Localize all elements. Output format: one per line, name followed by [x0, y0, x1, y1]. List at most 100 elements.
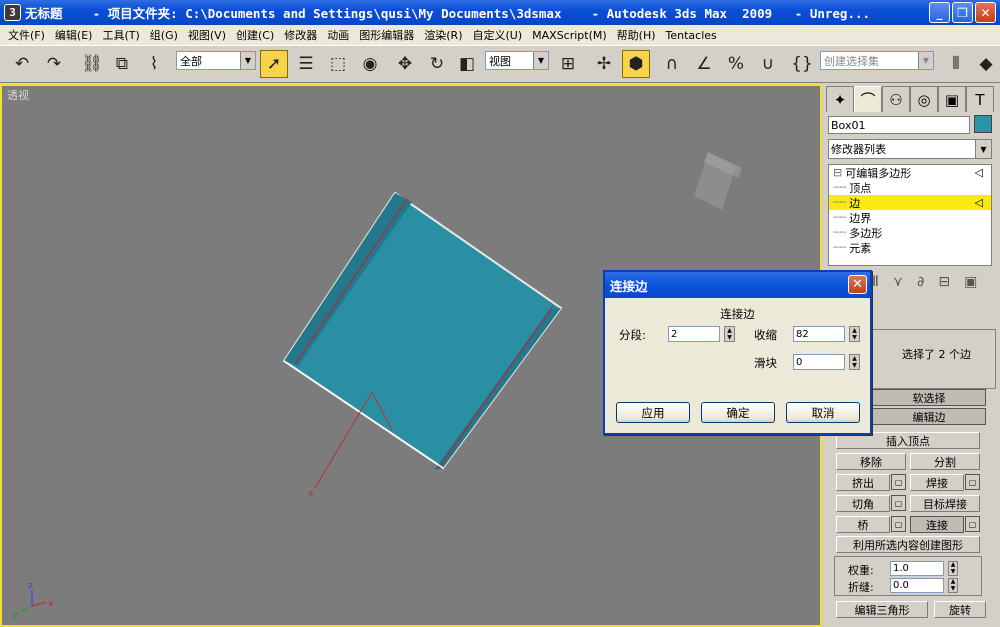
slide-spinner[interactable]: ▲ ▼ [849, 354, 860, 370]
align-icon[interactable]: ◆ [972, 50, 1000, 78]
dialog-title-bar[interactable]: 连接边 ✕ [605, 272, 870, 298]
pinch-spinner[interactable]: ▲ ▼ [849, 326, 860, 342]
edit-edges-rollout[interactable]: 编辑边 [872, 408, 986, 425]
segments-input[interactable]: 2 [668, 326, 720, 342]
segments-spinner[interactable]: ▲ ▼ [724, 326, 735, 342]
make-unique-icon[interactable]: ∂ [917, 274, 924, 290]
menu-modifiers[interactable]: 修改器 [279, 27, 322, 43]
menu-edit[interactable]: 编辑(E) [50, 27, 98, 43]
cancel-button[interactable]: 取消 [786, 402, 860, 423]
rectangular-selection-icon[interactable]: ⬚ [324, 50, 352, 78]
unlink-icon[interactable]: ⧉ [108, 50, 136, 78]
configure-modifier-sets-icon[interactable]: ▣ [964, 274, 977, 290]
bridge-settings-button[interactable]: ▢ [891, 516, 906, 532]
create-shape-from-selection-button[interactable]: 利用所选内容创建图形 [836, 536, 980, 553]
show-end-result-toggle-icon[interactable]: ⋎ [893, 274, 903, 290]
undo-icon[interactable]: ↶ [8, 50, 36, 78]
select-and-link-icon[interactable]: ⛓ [78, 50, 106, 78]
utilities-tab-icon[interactable]: T [966, 86, 994, 112]
coord-system-dropdown[interactable]: 视图 ▼ [485, 51, 549, 70]
select-and-move-icon[interactable]: ✥ [391, 50, 419, 78]
pivot-center-icon[interactable]: ⊞ [554, 50, 582, 78]
remove-modifier-icon[interactable]: ⊟ [938, 274, 950, 290]
pin-stack-icon[interactable]: Ⅱ [872, 274, 879, 290]
select-and-scale-icon[interactable]: ◧ [453, 50, 481, 78]
menu-animation[interactable]: 动画 [322, 27, 354, 43]
object-name-input[interactable]: Box01 [828, 116, 970, 134]
menu-tools[interactable]: 工具(T) [97, 27, 144, 43]
extrude-settings-button[interactable]: ▢ [891, 474, 906, 490]
target-weld-button[interactable]: 目标焊接 [910, 495, 980, 512]
keyboard-shortcut-override-icon[interactable]: ⬢ [622, 50, 650, 78]
menu-graph-editors[interactable]: 图形编辑器 [354, 27, 419, 43]
window-crossing-icon[interactable]: ◉ [356, 50, 384, 78]
spinner-snap-icon[interactable]: ∪ [754, 50, 782, 78]
crease-spinner[interactable]: ▲ ▼ [948, 578, 958, 593]
turn-button[interactable]: 旋转 [934, 601, 986, 618]
menu-create[interactable]: 创建(C) [231, 27, 279, 43]
stack-item-edge[interactable]: ┈┈ 边 ◁ [829, 195, 991, 210]
crease-input[interactable]: 0.0 [890, 578, 944, 593]
menu-maxscript[interactable]: MAXScript(M) [527, 29, 612, 42]
collapse-icon[interactable]: ⊟ [833, 166, 842, 179]
named-selection-sets-dropdown[interactable]: 创建选择集 ▼ [820, 51, 934, 70]
create-tab-icon[interactable]: ✦ [826, 86, 854, 112]
motion-tab-icon[interactable]: ◎ [910, 86, 938, 112]
menu-file[interactable]: 文件(F) [3, 27, 50, 43]
menu-customize[interactable]: 自定义(U) [468, 27, 528, 43]
stack-item-editable-poly[interactable]: ⊟ 可编辑多边形 ◁ [829, 165, 991, 180]
edit-triangulation-button[interactable]: 编辑三角形 [836, 601, 928, 618]
select-object-icon[interactable]: ➚ [260, 50, 288, 78]
select-and-manipulate-icon[interactable]: ✢ [590, 50, 618, 78]
selection-filter-dropdown[interactable]: 全部 ▼ [176, 51, 256, 70]
connect-settings-button[interactable]: ▢ [965, 516, 980, 532]
menu-views[interactable]: 视图(V) [183, 27, 231, 43]
angle-snap-icon[interactable]: ∠ [690, 50, 718, 78]
select-by-name-icon[interactable]: ☰ [292, 50, 320, 78]
object-color-swatch[interactable] [974, 115, 992, 133]
menu-group[interactable]: 组(G) [145, 27, 183, 43]
pinch-input[interactable]: 82 [793, 326, 845, 342]
edit-named-selection-icon[interactable]: {} [788, 50, 816, 78]
bind-to-space-warp-icon[interactable]: ⌇ [140, 50, 168, 78]
close-button[interactable]: ✕ [975, 2, 996, 23]
mirror-icon[interactable]: ⫴ [942, 50, 970, 78]
stack-item-polygon[interactable]: ┈┈ 多边形 [829, 225, 991, 240]
restore-button[interactable]: ❐ [952, 2, 973, 23]
chamfer-button[interactable]: 切角 [836, 495, 890, 512]
ok-button[interactable]: 确定 [701, 402, 775, 423]
viewcube-icon[interactable] [694, 152, 742, 210]
3ds-max-icon[interactable]: 3 [4, 4, 21, 21]
bridge-button[interactable]: 桥 [836, 516, 890, 533]
display-tab-icon[interactable]: ▣ [938, 86, 966, 112]
apply-button[interactable]: 应用 [616, 402, 690, 423]
weight-spinner[interactable]: ▲ ▼ [948, 561, 958, 576]
weld-button[interactable]: 焊接 [910, 474, 964, 491]
split-button[interactable]: 分割 [910, 453, 980, 470]
hierarchy-tab-icon[interactable]: ⚇ [882, 86, 910, 112]
menu-help[interactable]: 帮助(H) [612, 27, 661, 43]
stack-item-element[interactable]: ┈┈ 元素 [829, 240, 991, 255]
modifier-list-dropdown[interactable]: 修改器列表 ▼ [828, 139, 992, 159]
snaps-toggle-icon[interactable]: ∩ [658, 50, 686, 78]
connect-button[interactable]: 连接 [910, 516, 964, 533]
chamfer-settings-button[interactable]: ▢ [891, 495, 906, 511]
modify-tab-icon[interactable]: ⌒ [854, 86, 882, 112]
weight-input[interactable]: 1.0 [890, 561, 944, 576]
remove-button[interactable]: 移除 [836, 453, 906, 470]
slide-input[interactable]: 0 [793, 354, 845, 370]
show-end-result-icon[interactable]: ◁ [975, 166, 983, 179]
redo-icon[interactable]: ↷ [40, 50, 68, 78]
percent-snap-icon[interactable]: % [722, 50, 750, 78]
soft-selection-rollout[interactable]: 软选择 [872, 389, 986, 406]
box01-object[interactable] [282, 191, 563, 470]
stack-item-border[interactable]: ┈┈ 边界 [829, 210, 991, 225]
dialog-close-icon[interactable]: ✕ [848, 275, 867, 294]
stack-item-vertex[interactable]: ┈┈ 顶点 [829, 180, 991, 195]
select-and-rotate-icon[interactable]: ↻ [423, 50, 451, 78]
minimize-button[interactable]: _ [929, 2, 950, 23]
extrude-button[interactable]: 挤出 [836, 474, 890, 491]
menu-rendering[interactable]: 渲染(R) [419, 27, 467, 43]
menu-tentacles[interactable]: Tentacles [661, 29, 722, 42]
weld-settings-button[interactable]: ▢ [965, 474, 980, 490]
